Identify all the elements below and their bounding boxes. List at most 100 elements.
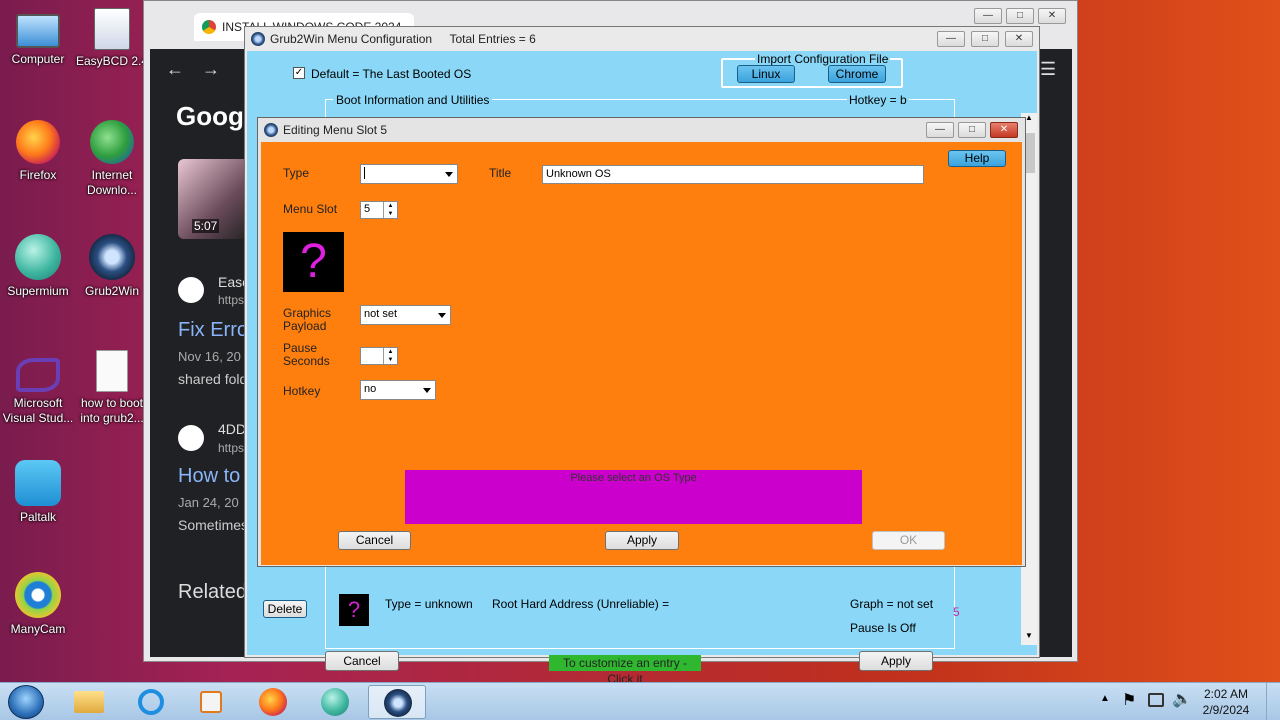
title-label: Title xyxy=(489,166,512,180)
taskbar-media[interactable] xyxy=(182,685,240,719)
volume-muted-icon[interactable]: 🔈 xyxy=(1172,689,1192,709)
hotkey-value: no xyxy=(364,383,377,395)
desktop-icon-grub2win[interactable]: Grub2Win xyxy=(74,234,150,299)
menu-icon[interactable]: ☰ xyxy=(1040,59,1056,80)
desktop-icon-paltalk[interactable]: Paltalk xyxy=(0,460,76,525)
type-label: Type xyxy=(283,166,310,180)
dialog-maximize-button[interactable]: □ xyxy=(958,122,986,138)
chevron-down-icon xyxy=(423,388,431,393)
browser-maximize-button[interactable]: □ xyxy=(1006,8,1034,24)
hotkey-select[interactable]: no xyxy=(360,380,436,400)
desktop-icon-label: how to boot into grub2... xyxy=(80,396,144,425)
pause-seconds-spinner[interactable]: ▲ ▼ xyxy=(360,347,398,365)
start-button[interactable] xyxy=(8,685,44,719)
dialog-apply-button[interactable]: Apply xyxy=(605,531,679,550)
title-value: Unknown OS xyxy=(546,168,611,180)
internet-download-manager-icon xyxy=(90,120,134,164)
delete-button[interactable]: Delete xyxy=(263,600,307,618)
taskbar-supermium[interactable] xyxy=(306,685,364,719)
grub2win-icon xyxy=(89,234,135,280)
os-type-message: Please select an OS Type xyxy=(405,470,862,524)
back-icon[interactable]: ← xyxy=(166,59,184,80)
dialog-app-icon xyxy=(264,123,278,137)
main-apply-button[interactable]: Apply xyxy=(859,651,933,671)
desktop-icon-idm[interactable]: Internet Downlo... xyxy=(74,120,150,198)
supermium-icon xyxy=(321,688,349,716)
document-icon xyxy=(96,350,128,392)
easybcd-icon xyxy=(94,8,130,50)
video-thumbnail[interactable]: 5:07 xyxy=(178,159,250,239)
dialog-minimize-button[interactable]: — xyxy=(926,122,954,138)
desktop-icon-supermium[interactable]: Supermium xyxy=(0,234,76,299)
taskbar-explorer[interactable] xyxy=(60,685,118,719)
import-linux-button[interactable]: Linux xyxy=(737,65,795,83)
main-cancel-button[interactable]: Cancel xyxy=(325,651,399,671)
result-favicon xyxy=(178,277,204,303)
edit-slot-dialog: Editing Menu Slot 5 — □ ✕ Help Type Titl… xyxy=(257,117,1026,567)
title-input[interactable]: Unknown OS xyxy=(542,165,924,184)
graphics-value: not set xyxy=(364,308,398,320)
taskbar-grub2win[interactable] xyxy=(368,685,426,719)
network-icon[interactable] xyxy=(1148,693,1164,707)
type-select[interactable] xyxy=(360,164,458,184)
total-entries: Total Entries = 6 xyxy=(449,32,536,46)
internet-explorer-icon xyxy=(138,689,164,715)
result-favicon xyxy=(178,425,204,451)
dialog-client: Help Type Title Unknown OS Menu Slot 5 ▲… xyxy=(261,142,1022,565)
desktop-icon-label: EasyBCD 2.4 xyxy=(75,54,149,68)
desktop-icon-label: Supermium xyxy=(7,284,69,298)
default-checkbox[interactable]: ✓ xyxy=(293,67,305,79)
desktop-icon-label: ManyCam xyxy=(10,622,66,636)
menu-slot-spinner[interactable]: 5 ▲ ▼ xyxy=(360,201,398,219)
video-duration: 5:07 xyxy=(192,219,220,233)
menu-slot-label: Menu Slot xyxy=(283,202,338,216)
action-center-flag-icon[interactable]: ⚑ xyxy=(1122,690,1136,710)
boot-info-label: Boot Information and Utilities xyxy=(333,93,493,107)
result-site: 4DD xyxy=(218,421,247,437)
entry-unknown-icon[interactable]: ? xyxy=(339,594,369,626)
desktop-icon-easybcd[interactable]: EasyBCD 2.4 xyxy=(74,8,150,69)
hotkey-b: Hotkey = b xyxy=(847,93,909,107)
browser-close-button[interactable]: ✕ xyxy=(1038,8,1066,24)
desktop-icon-label: Firefox xyxy=(19,168,57,182)
import-chrome-button[interactable]: Chrome xyxy=(828,65,886,83)
desktop-icon-manycam[interactable]: ManyCam xyxy=(0,572,76,637)
desktop-icon-visual-studio[interactable]: Microsoft Visual Stud... xyxy=(0,350,76,426)
taskbar-firefox[interactable] xyxy=(244,685,302,719)
show-hidden-icons[interactable]: ▲ xyxy=(1100,693,1110,704)
taskbar-ie[interactable] xyxy=(122,685,180,719)
entry-pause: Pause Is Off xyxy=(850,621,916,635)
result-title-link[interactable]: How to xyxy=(178,465,240,488)
help-button[interactable]: Help xyxy=(948,150,1006,167)
desktop-icon-firefox[interactable]: Firefox xyxy=(0,120,76,183)
clock[interactable]: 2:02 AM 2/9/2024 xyxy=(1196,686,1256,718)
entry-graph: Graph = not set xyxy=(850,597,934,611)
show-desktop-button[interactable] xyxy=(1266,683,1280,720)
scroll-down-icon[interactable]: ▼ xyxy=(1021,631,1037,645)
grub2win-minimize-button[interactable]: — xyxy=(937,31,965,47)
grub2win-title: Grub2Win Menu Configuration xyxy=(270,32,433,46)
dialog-close-button[interactable]: ✕ xyxy=(990,122,1018,138)
result-date: Nov 16, 20 xyxy=(178,349,241,364)
graphics-select[interactable]: not set xyxy=(360,305,451,325)
desktop-icon-computer[interactable]: Computer xyxy=(0,8,76,67)
pause-seconds-label: Pause Seconds xyxy=(283,341,330,368)
grub2win-icon xyxy=(384,689,412,717)
dialog-ok-button[interactable]: OK xyxy=(872,531,945,550)
manycam-icon xyxy=(15,572,61,618)
desktop-icon-label: Computer xyxy=(11,52,65,66)
result-title-link[interactable]: Fix Erro xyxy=(178,319,248,342)
forward-icon[interactable]: → xyxy=(202,59,220,80)
desktop-icon-document[interactable]: how to boot into grub2... xyxy=(74,350,150,426)
spinner-arrows-icon[interactable]: ▲ ▼ xyxy=(383,348,397,364)
spinner-arrows-icon[interactable]: ▲ ▼ xyxy=(383,202,397,218)
dialog-cancel-button[interactable]: Cancel xyxy=(338,531,411,550)
grub2win-maximize-button[interactable]: □ xyxy=(971,31,999,47)
desktop-icon-label: Grub2Win xyxy=(84,284,140,298)
clock-time: 2:02 AM xyxy=(1203,687,1249,701)
browser-minimize-button[interactable]: — xyxy=(974,8,1002,24)
grub2win-close-button[interactable]: ✕ xyxy=(1005,31,1033,47)
hotkey-label: Hotkey xyxy=(283,384,321,398)
grub2win-titlebar: Grub2Win Menu Configuration Total Entrie… xyxy=(245,27,1039,51)
desktop-icon-label: Internet Downlo... xyxy=(86,168,138,197)
